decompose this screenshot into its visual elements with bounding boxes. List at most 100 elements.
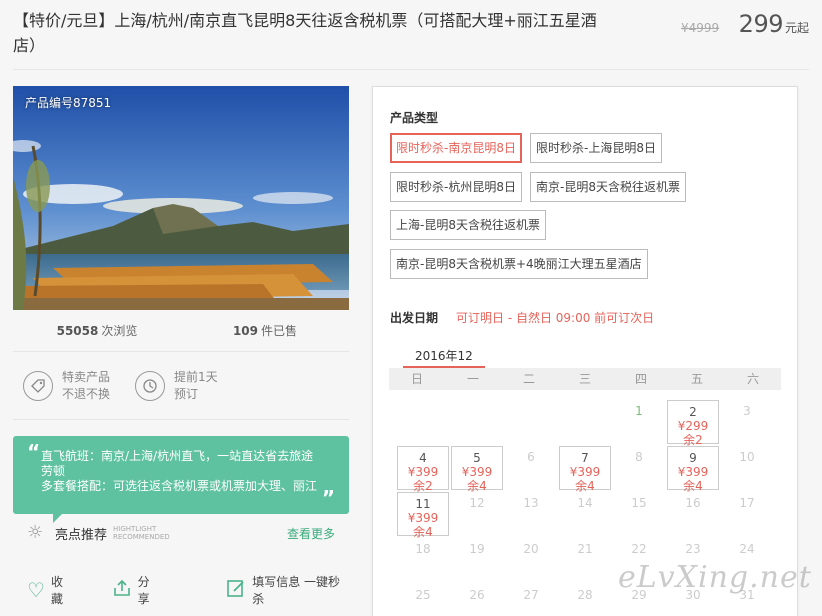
calendar-day: 22 — [631, 542, 647, 556]
feature-list: 特卖产品不退不换 提前1天预订 — [13, 352, 349, 420]
quote-open-icon: “ — [27, 440, 41, 464]
highlight-line1: 直飞航班：南京/上海/杭州直飞，一站直达省去旅途劳顿 — [41, 449, 314, 478]
calendar-day: 21 — [577, 542, 593, 556]
product-option[interactable]: 限时秒杀-南京昆明8日 — [390, 133, 522, 163]
calendar-grid: 1 2 ¥299 余2 3 4 ¥399 余2 5 ¥399 余4 6 7 ¥399 余4 8 … — [389, 390, 781, 616]
highlight-en-label: HIGHTLIGHT RECOMMENDED — [113, 525, 170, 541]
product-title: 【特价/元旦】上海/杭州/南京直飞昆明8天往返含税机票（可搭配大理+丽江五星酒店… — [13, 11, 597, 55]
tag-icon — [23, 370, 53, 401]
calendar-day: 26 — [469, 588, 485, 602]
feature-line1: 特卖产品 — [62, 369, 111, 384]
highlight-line2: 多套餐搭配：可选往返含税机票或机票加大理、丽江 — [41, 479, 318, 493]
original-price: ¥4999 — [681, 21, 720, 35]
edit-icon — [226, 578, 246, 602]
view-count: 55058 次浏览 — [13, 310, 181, 351]
lake-landscape-image — [13, 86, 349, 310]
sold-count: 109 件已售 — [181, 310, 349, 351]
weekday-label: 日 — [410, 372, 423, 386]
calendar-day: 28 — [577, 588, 593, 602]
feature-line1: 提前1天 — [174, 369, 218, 384]
calendar-day: 23 — [685, 542, 701, 556]
month-tab[interactable]: 2016年12 — [403, 347, 485, 371]
calendar-weekdays: 日 一 二 三 四 五 六 — [389, 368, 781, 390]
left-panel: 产品编号87851 55058 次浏览 109 件已售 特卖产品不退不换 提前1天预… — [13, 86, 349, 608]
view-more-link[interactable]: 查看更多 — [287, 525, 335, 542]
weekday-label: 二 — [522, 372, 535, 386]
favorite-button[interactable]: ♡ 收藏 — [13, 573, 74, 607]
feature-special-offer: 特卖产品 不退不换 — [13, 369, 125, 403]
calendar-day: 25 — [415, 588, 431, 602]
calendar-day: 18 — [415, 542, 431, 556]
calendar-day: 29 — [631, 588, 647, 602]
calendar-day: 1 — [635, 404, 643, 418]
share-label: 分享 — [137, 575, 150, 606]
price-number: 299 — [738, 10, 784, 38]
quick-buy-button[interactable]: 填写信息 一键秒杀 — [212, 573, 349, 607]
calendar-day: 12 — [469, 496, 485, 510]
calendar-day: 17 — [739, 496, 755, 510]
calendar-day: 3 — [743, 404, 751, 418]
calendar-day-available[interactable]: 4 ¥399 余2 — [397, 446, 449, 493]
product-photo[interactable]: 产品编号87851 — [13, 86, 349, 310]
calendar-day: 13 — [523, 496, 539, 510]
calendar-day: 6 — [527, 450, 535, 464]
calendar-day-available[interactable]: 11 ¥399 余4 — [397, 492, 449, 539]
calendar-day: 14 — [577, 496, 593, 510]
sold-count-number: 109 — [232, 323, 259, 338]
product-option[interactable]: 限时秒杀-上海昆明8日 — [530, 133, 662, 163]
calendar-day-available[interactable]: 9 ¥399 余4 — [667, 446, 719, 493]
calendar-day-available[interactable]: 5 ¥399 余4 — [451, 446, 503, 493]
feature-advance-booking: 提前1天预订 — [125, 369, 237, 403]
quote-close-icon: ” — [321, 486, 335, 510]
heart-icon: ♡ — [27, 578, 45, 602]
product-option[interactable]: 上海-昆明8天含税往返机票 — [390, 210, 546, 240]
weekday-label: 一 — [466, 372, 479, 386]
share-button[interactable]: 分享 — [98, 573, 161, 607]
action-bar: ♡ 收藏 分享 填写信息 一键秒杀 — [13, 572, 349, 608]
product-type-title: 产品类型 — [390, 111, 439, 125]
feature-line2: 预订 — [174, 386, 199, 401]
highlight-en-line1: HIGHTLIGHT — [113, 525, 157, 533]
calendar-day: 19 — [469, 542, 485, 556]
calendar-day: 8 — [635, 450, 643, 464]
booking-panel: 产品类型 限时秒杀-南京昆明8日 限时秒杀-上海昆明8日 限时秒杀-杭州昆明8日… — [372, 86, 798, 616]
departure-calendar: 日 一 二 三 四 五 六 1 2 ¥299 余2 3 4 ¥399 余2 5 ¥399 余… — [389, 368, 781, 616]
favorite-label: 收藏 — [50, 575, 63, 606]
product-header: 【特价/元旦】上海/杭州/南京直飞昆明8天往返含税机票（可搭配大理+丽江五星酒店… — [13, 8, 809, 70]
weekday-label: 三 — [578, 372, 591, 386]
weekday-label: 六 — [746, 372, 759, 386]
weekday-label: 四 — [634, 372, 647, 386]
weekday-label: 五 — [690, 372, 703, 386]
product-option[interactable]: 南京-昆明8天含税机票+4晚丽江大理五星酒店 — [390, 249, 648, 279]
highlight-en-line2: RECOMMENDED — [113, 533, 170, 541]
calendar-day: 16 — [685, 496, 701, 510]
departure-note: 可订明日 - 自然日 09:00 前可订次日 — [456, 311, 655, 325]
calendar-day-available[interactable]: 2 ¥299 余2 — [667, 400, 719, 447]
view-count-number: 55058 — [56, 323, 99, 338]
highlight-box: “ 直飞航班：南京/上海/杭州直飞，一站直达省去旅途劳顿 多套餐搭配：可选往返含… — [13, 436, 349, 523]
share-icon — [112, 578, 132, 602]
calendar-day: 27 — [523, 588, 539, 602]
calendar-day: 24 — [739, 542, 755, 556]
highlight-title-bar: ☼ 亮点推荐 HIGHTLIGHT RECOMMENDED 查看更多 — [13, 514, 349, 552]
calendar-day: 31 — [739, 588, 755, 602]
calendar-day: 15 — [631, 496, 647, 510]
calendar-day: 10 — [739, 450, 755, 464]
departure-title: 出发日期 — [390, 311, 439, 325]
product-option[interactable]: 限时秒杀-杭州昆明8日 — [390, 172, 522, 202]
sold-count-label: 件已售 — [261, 324, 298, 338]
product-stats: 55058 次浏览 109 件已售 — [13, 310, 349, 352]
calendar-day-available[interactable]: 7 ¥399 余4 — [559, 446, 611, 493]
calendar-day: 30 — [685, 588, 701, 602]
clock-icon — [135, 370, 165, 401]
quick-buy-label: 填写信息 一键秒杀 — [252, 575, 341, 606]
product-option[interactable]: 南京-昆明8天含税往返机票 — [530, 172, 686, 202]
highlight-label: 亮点推荐 — [55, 527, 108, 543]
calendar-day: 20 — [523, 542, 539, 556]
sun-icon: ☼ — [27, 522, 44, 543]
feature-line2: 不退不换 — [62, 386, 111, 401]
view-count-label: 次浏览 — [101, 324, 138, 338]
current-price: 299 元起 — [739, 10, 809, 38]
price-unit: 元起 — [784, 21, 809, 35]
product-number: 产品编号87851 — [25, 96, 112, 110]
